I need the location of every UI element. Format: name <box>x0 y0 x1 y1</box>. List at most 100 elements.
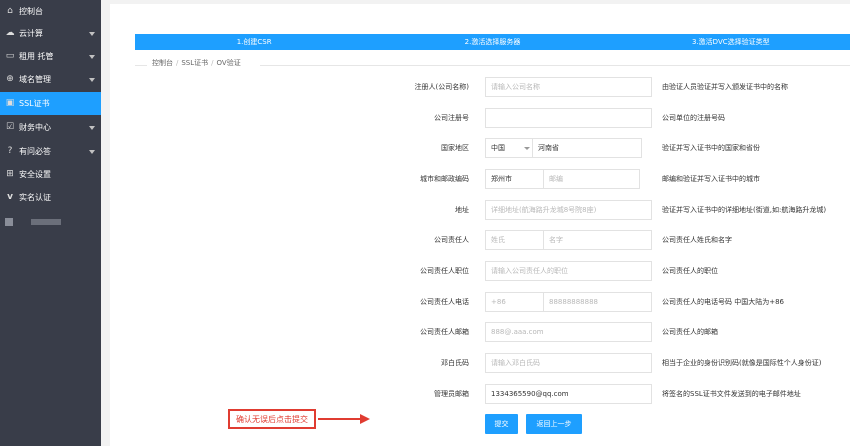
chevron-down-icon <box>89 78 95 82</box>
sidebar-item-label: 控制台 <box>19 7 43 16</box>
home-icon: ⌂ <box>7 6 13 16</box>
finance-icon: ☑ <box>5 122 15 132</box>
sidebar-item-faq[interactable]: ? 有问必答 <box>0 140 101 163</box>
sidebar-item-finance[interactable]: ☑ 财务中心 <box>0 116 101 139</box>
question-icon: ? <box>7 146 13 156</box>
redacted-icon <box>5 217 13 226</box>
owner-phone-hint: 公司责任人的电话号码 中国大陆为+86 <box>662 298 784 306</box>
sidebar-item-console[interactable]: ⌂ 控制台 <box>0 0 101 23</box>
grid-icon: ⊞ <box>6 169 14 179</box>
sidebar-item-label: SSL证书 <box>19 99 50 108</box>
owner-hint: 公司责任人姓氏和名字 <box>662 236 732 244</box>
owner-firstname-input[interactable]: 名字 <box>543 230 652 250</box>
form-row-region: 国家地区 中国 河南省 验证并写入证书中的国家和省份 <box>110 138 850 158</box>
duns-label: 邓白氏码 <box>441 359 469 367</box>
country-select[interactable]: 中国 <box>485 138 537 158</box>
sidebar-item-label: 云计算 <box>19 29 43 38</box>
breadcrumb-ssl[interactable]: SSL证书 <box>181 59 208 67</box>
sidebar-item-domain[interactable]: ⊕ 域名管理 <box>0 68 101 91</box>
breadcrumb-console[interactable]: 控制台 <box>152 59 173 67</box>
address-label: 地址 <box>455 206 469 214</box>
chevron-down-icon <box>89 32 95 36</box>
form-row-city: 城市和邮政编码 郑州市 邮编 邮编和验证并写入证书中的城市 <box>110 169 850 189</box>
cloud-icon: ☁ <box>5 28 15 38</box>
certificate-icon: ▣ <box>5 98 15 108</box>
form-row-owner-phone: 公司责任人电话 +86 88888888888 公司责任人的电话号码 中国大陆为… <box>110 292 850 312</box>
form-row-owner-email: 公司责任人邮箱 888@.aaa.com 公司责任人的邮箱 <box>110 322 850 342</box>
step-bar: 1.创建CSR 2.激活选择服务器 3.激活DVC选择验证类型 <box>135 34 850 50</box>
phone-number-input[interactable]: 88888888888 <box>543 292 652 312</box>
chevron-down-icon <box>89 55 95 59</box>
sidebar-item-verify[interactable]: v 实名认证 <box>0 186 101 209</box>
sidebar-item-label: 域名管理 <box>19 75 51 84</box>
sidebar: ⌂ 控制台 ☁ 云计算 ▭ 租用 托管 ⊕ 域名管理 ▣ SSL证书 ☑ 财务中… <box>0 0 101 446</box>
sidebar-item-label: 租用 托管 <box>19 52 54 61</box>
admin-email-input[interactable]: 1334365590@qq.com <box>485 384 652 404</box>
owner-email-label: 公司责任人邮箱 <box>420 328 469 336</box>
form-row-company: 注册人(公司名称) 请输入公司名称 由验证人员验证并写入颁发证书中的名称 <box>110 77 850 97</box>
breadcrumb-divider <box>135 65 147 66</box>
owner-title-hint: 公司责任人的职位 <box>662 267 718 275</box>
owner-title-label: 公司责任人职位 <box>420 267 469 275</box>
annotation-callout: 确认无误后点击提交 <box>228 409 316 429</box>
form-row-regno: 公司注册号 公司单位的注册号码 <box>110 108 850 128</box>
sidebar-item-label: 有问必答 <box>19 147 51 156</box>
breadcrumb-ov: OV验证 <box>216 59 241 67</box>
phone-code-input[interactable]: +86 <box>485 292 545 312</box>
owner-label: 公司责任人 <box>434 236 469 244</box>
sidebar-item-cloud[interactable]: ☁ 云计算 <box>0 22 101 45</box>
breadcrumb-divider <box>260 65 850 66</box>
globe-icon: ⊕ <box>6 74 14 84</box>
sidebar-item-redacted[interactable] <box>0 210 101 233</box>
form-row-address: 地址 详细地址(航海路升龙城8号院8座) 验证并写入证书中的详细地址(街道,如:… <box>110 200 850 220</box>
admin-email-hint: 将签名的SSL证书文件发送到的电子邮件地址 <box>662 390 801 398</box>
address-input[interactable]: 详细地址(航海路升龙城8号院8座) <box>485 200 652 220</box>
reg-no-input[interactable] <box>485 108 652 128</box>
country-value: 中国 <box>491 144 505 152</box>
v-icon: v <box>7 192 13 202</box>
province-input[interactable]: 河南省 <box>532 138 642 158</box>
arrow-right-icon <box>360 414 370 424</box>
owner-title-input[interactable]: 请输入公司责任人的职位 <box>485 261 652 281</box>
redacted-label <box>31 218 61 225</box>
address-hint: 验证并写入证书中的详细地址(街道,如:航海路升龙城) <box>662 206 827 214</box>
back-button[interactable]: 返回上一步 <box>526 414 582 434</box>
company-name-hint: 由验证人员验证并写入颁发证书中的名称 <box>662 83 788 91</box>
breadcrumb: 控制台 / SSL证书 / OV验证 <box>152 59 241 67</box>
sidebar-item-hosting[interactable]: ▭ 租用 托管 <box>0 45 101 68</box>
sidebar-item-label: 安全设置 <box>19 170 51 179</box>
annotation-arrow-line <box>318 418 362 420</box>
main-panel: 1.创建CSR 2.激活选择服务器 3.激活DVC选择验证类型 控制台 / SSL证… <box>110 4 850 446</box>
duns-hint: 相当于企业的身份识别码(就像是国际性个人身份证) <box>662 359 822 367</box>
owner-email-hint: 公司责任人的邮箱 <box>662 328 718 336</box>
form-row-owner-title: 公司责任人职位 请输入公司责任人的职位 公司责任人的职位 <box>110 261 850 281</box>
company-name-label: 注册人(公司名称) <box>414 83 469 91</box>
monitor-icon: ▭ <box>5 51 15 61</box>
form-row-admin-email: 管理员邮箱 1334365590@qq.com 将签名的SSL证书文件发送到的电… <box>110 384 850 404</box>
chevron-down-icon <box>89 150 95 154</box>
step-1: 1.创建CSR <box>236 38 272 46</box>
owner-email-input[interactable]: 888@.aaa.com <box>485 322 652 342</box>
region-label: 国家地区 <box>441 144 469 152</box>
step-3: 3.激活DVC选择验证类型 <box>692 38 770 46</box>
zip-input[interactable]: 邮编 <box>543 169 640 189</box>
admin-email-label: 管理员邮箱 <box>434 390 469 398</box>
reg-no-label: 公司注册号 <box>434 114 469 122</box>
owner-phone-label: 公司责任人电话 <box>420 298 469 306</box>
sidebar-item-ssl[interactable]: ▣ SSL证书 <box>0 92 101 115</box>
owner-lastname-input[interactable]: 姓氏 <box>485 230 545 250</box>
sidebar-item-label: 财务中心 <box>19 123 51 132</box>
sidebar-item-label: 实名认证 <box>19 193 51 202</box>
reg-no-hint: 公司单位的注册号码 <box>662 114 725 122</box>
duns-input[interactable]: 请输入邓白氏码 <box>485 353 652 373</box>
company-name-input[interactable]: 请输入公司名称 <box>485 77 652 97</box>
region-hint: 验证并写入证书中的国家和省份 <box>662 144 760 152</box>
city-zip-label: 城市和邮政编码 <box>420 175 469 183</box>
submit-button[interactable]: 提交 <box>485 414 518 434</box>
city-input[interactable]: 郑州市 <box>485 169 545 189</box>
form-row-duns: 邓白氏码 请输入邓白氏码 相当于企业的身份识别码(就像是国际性个人身份证) <box>110 353 850 373</box>
chevron-down-icon <box>89 126 95 130</box>
step-2: 2.激活选择服务器 <box>464 38 521 46</box>
form-row-owner: 公司责任人 姓氏 名字 公司责任人姓氏和名字 <box>110 230 850 250</box>
sidebar-item-security[interactable]: ⊞ 安全设置 <box>0 163 101 186</box>
